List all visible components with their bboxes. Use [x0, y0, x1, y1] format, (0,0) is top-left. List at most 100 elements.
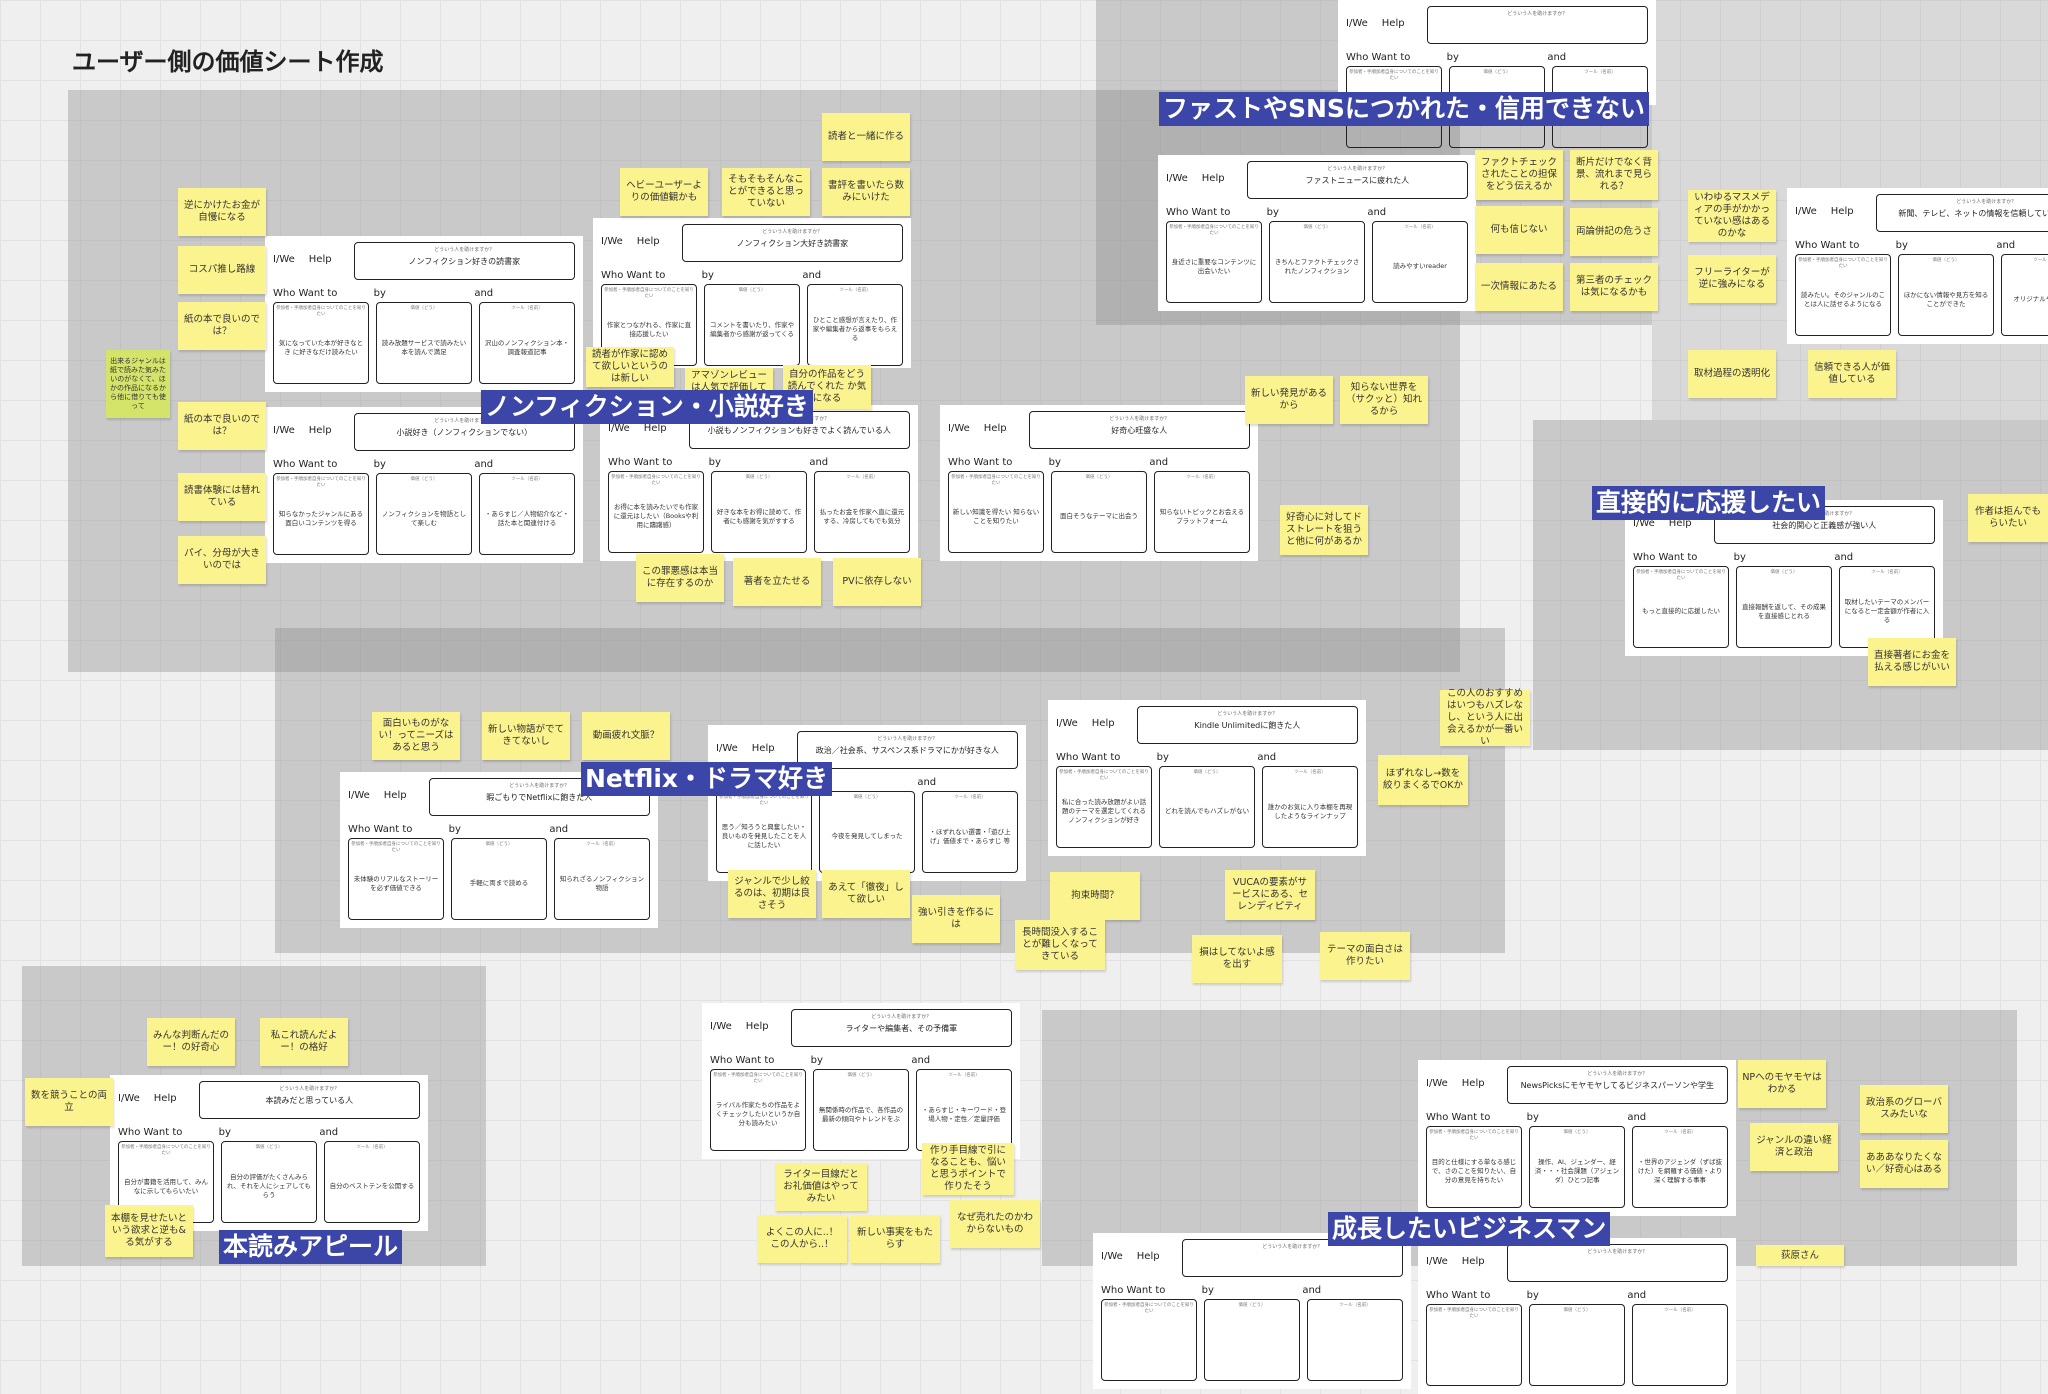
persona-box[interactable]: どういう人を助けますか？ [1506, 1244, 1728, 1282]
sticky-note[interactable]: 拘束時間？ [1050, 872, 1140, 920]
sticky-note[interactable]: あああなりたくない／好奇心はある [1860, 1140, 1948, 1188]
card-cell[interactable]: 価値（どう） 面白そうなテーマに出会う [1051, 471, 1147, 553]
value-card[interactable]: I/We Help どういう人を助けますか？ 政治／社会系、サスペンス系ドラマにか… [708, 725, 1026, 881]
value-card[interactable]: I/WeHelp どういう人を助けますか？ 小説もノンフィクションも好きでよく読… [600, 405, 918, 561]
sticky-note[interactable]: 数を競うことの両立 [25, 1078, 113, 1126]
card-cell[interactable]: ツール（名前） 知られざるノンフィクション物語 [554, 838, 650, 920]
card-cell[interactable]: ツール（名前） 沢山のノンフィクション本・調査報道記事 [479, 302, 575, 384]
value-card[interactable]: I/We Help どういう人を助けますか？ ライターや編集者、その予備軍 Who… [702, 1003, 1020, 1159]
sticky-note[interactable]: パイ、分母が大きいのでは [178, 536, 266, 584]
sticky-note[interactable]: 荻原さん [1756, 1245, 1844, 1266]
value-card[interactable]: I/We Help どういう人を助けますか？ Who Want to by and… [1338, 0, 1656, 148]
card-cell[interactable]: 価値（どう） 無関係時の作品で、各作品の最新の傾向やトレンドをぶ [813, 1069, 909, 1151]
sticky-note[interactable]: テーマの面白さは作りたい [1320, 932, 1410, 980]
sticky-note[interactable]: ジャンルで少し絞るのは、初期は良さそう [728, 870, 816, 918]
sticky-note[interactable]: 第三者のチェックは気になるかも [1570, 263, 1658, 311]
card-cell[interactable]: 参加者・手順加者自身についてのことを知りたい 私に合った読み放題がよい話題のテー… [1056, 766, 1152, 848]
sticky-note[interactable]: コスパ推し路線 [178, 246, 266, 294]
sticky-note[interactable]: 紙の本で良いのでは？ [178, 302, 266, 350]
persona-box[interactable]: どういう人を助けますか？ NewsPicksにモヤモヤしてるビジネスパーソンや学… [1506, 1066, 1728, 1104]
card-cell[interactable]: 価値（どう） 操作、AI、ジェンダー、経済・・・社会課題（アジェンダ）ひとつ記事 [1529, 1126, 1625, 1208]
card-cell[interactable]: 価値（どう） [1529, 1304, 1625, 1386]
sticky-note[interactable]: ジャンルの違い経済と政治 [1750, 1123, 1838, 1171]
sticky-note[interactable]: あえて「徹夜」して欲しい [822, 870, 910, 918]
sticky-note[interactable]: 政治系のグローバスみたいな [1860, 1085, 1948, 1133]
card-cell[interactable]: 参加者・手順加者自身についてのことを知りたい ライバル作家たちの作品をよくチェッ… [710, 1069, 806, 1151]
card-cell[interactable]: 価値（どう） ノンフィクションを物語として楽しむ [376, 473, 472, 555]
sticky-note[interactable]: ヘビーユーザーよりの価値観かも [620, 168, 708, 216]
value-card[interactable]: I/We Help どういう人を助けますか？ 新聞、テレビ、ネットの情報を信頼して… [1787, 188, 2048, 344]
card-cell[interactable]: ツール（名前） ・あらすじ・キーワード・登場人物・定性／定量評価 [916, 1069, 1012, 1151]
persona-box[interactable]: どういう人を助けますか？ 新聞、テレビ、ネットの情報を信頼していない人 [1875, 194, 2048, 232]
card-cell[interactable]: 参加者・手順加者自身についてのことを知りたい [1101, 1299, 1197, 1381]
card-cell[interactable]: 価値（どう） きちんとファクトチェックされたノンフィクション [1269, 221, 1365, 303]
card-cell[interactable]: 参加者・手順加者自身についてのことを知りたい 気になっていた本が好きなとき に好… [273, 302, 369, 384]
card-cell[interactable]: ツール（名前） ・あらすじ／人物紹介など・話た本と関連付ける [479, 473, 575, 555]
sticky-note[interactable]: 作り手目線で引になることも、悩いと思うポイントで作りたそう [922, 1143, 1014, 1195]
sticky-note[interactable]: 強い引きを作るには [912, 895, 1000, 943]
card-cell[interactable]: ツール（名前） オリジナルや海外の記事 [2001, 254, 2048, 336]
value-card[interactable]: I/We Help どういう人を助けますか？ Who Want to by and… [1093, 1233, 1411, 1389]
card-cell[interactable]: 参加者・手順加者自身についてのことを知りたい 読みたい。そのジャンルのことは人に… [1795, 254, 1891, 336]
card-cell[interactable]: ツール（名前） 知らないトピックとお会えるプラットフォーム [1154, 471, 1250, 553]
sticky-note[interactable]: PVに依存しない [833, 558, 921, 606]
value-card[interactable]: I/We Help どういう人を助けますか？ 小説好き（ノンフィクションでない） … [265, 407, 583, 563]
card-cell[interactable]: ツール（名前） 取材したいテーマのメンバーになると一定金額が作者に入る [1839, 566, 1935, 648]
sticky-note[interactable]: NPへのモヤモヤはわかる [1738, 1060, 1826, 1108]
card-cell[interactable]: ツール（名前） 誰かのお気に入り本棚を再現したようなラインナップ [1262, 766, 1358, 848]
sticky-note[interactable]: 読者が作家に認めて欲しいというのは新しい [586, 347, 674, 387]
card-cell[interactable]: 価値（どう） [1204, 1299, 1300, 1381]
sticky-note[interactable]: 直接著者にお金を払える感じがいい [1868, 638, 1956, 686]
card-cell[interactable]: 参加者・手順加者自身についてのことを知りたい 知らなかったジャンルにある面白いコ… [273, 473, 369, 555]
card-cell[interactable]: 参加者・手順加者自身についてのことを知りたい もっと直接的に応援したい [1633, 566, 1729, 648]
persona-box[interactable]: どういう人を助けますか？ Kindle Unlimitedに飽きた人 [1136, 706, 1358, 744]
sticky-note[interactable]: 取材過程の透明化 [1688, 350, 1776, 398]
sticky-note[interactable]: 読書体験には替れている [178, 473, 266, 521]
sticky-note[interactable]: 私これ読んだよー！の格好 [260, 1018, 348, 1066]
sticky-note[interactable]: ライター目線だとお礼価値はやってみたい [775, 1163, 867, 1211]
sticky-note[interactable]: ファクトチェックされたことの担保をどう伝えるか [1475, 150, 1563, 200]
card-cell[interactable]: 価値（どう） 好きな本をお得に読めて、作者にも感謝を気がすする [711, 471, 807, 553]
card-cell[interactable]: 価値（どう） ほかにない情報や見方を知ることができた [1898, 254, 1994, 336]
card-cell[interactable]: 価値（どう） コメントを書いたり、作家や編集者から感謝が返ってくる [704, 284, 800, 366]
card-cell[interactable]: 価値（どう） 読み放題サービスで読みたい本を読んで満足 [376, 302, 472, 384]
value-card[interactable]: I/We Help どういう人を助けますか？ Kindle Unlimitedに飽… [1048, 700, 1366, 856]
card-cell[interactable]: 価値（どう） どれを読んでもハズレがない [1159, 766, 1255, 848]
sticky-note[interactable]: 信頼できる人が価値している [1808, 350, 1896, 398]
card-cell[interactable]: 参加者・手順加者自身についてのことを知りたい [1426, 1304, 1522, 1386]
card-cell[interactable]: ツール（名前） 読みやすいreader [1372, 221, 1468, 303]
sticky-note[interactable]: 何も信じない [1475, 206, 1563, 254]
sticky-note-green[interactable]: 出来るジャンルは紙で読みた気みたいのがなくて、ほかの作品になるから他に借りても使… [106, 350, 170, 418]
value-card[interactable]: I/We Help どういう人を助けますか？ ノンフィクション好きの読書家 Who… [265, 236, 583, 392]
sticky-note[interactable]: 新しい事実をもたらす [850, 1215, 940, 1263]
sticky-note[interactable]: 動画疲れ文脈？ [582, 712, 670, 760]
card-cell[interactable]: 価値（どう） 今夜を発見してしまった [819, 791, 915, 873]
sticky-note[interactable]: 断片だけでなく背景、流れまで見られる？ [1570, 150, 1658, 200]
sticky-note[interactable]: 書評を書いたら数みにいけた [822, 168, 910, 216]
card-cell[interactable]: 参加者・手順加者自身についてのことを知りたい お得に本を読みたいでも作家に還元は… [608, 471, 704, 553]
card-cell[interactable]: ツール（名前） ひとこと感想が言えたり、作家や編集者から返事をもらえる [807, 284, 903, 366]
card-cell[interactable]: 参加者・手順加者自身についてのことを知りたい 新しい知識を得たい 知らないことを… [948, 471, 1044, 553]
value-card[interactable]: I/We Help どういう人を助けますか？ ノンフィクション大好き読書家 Who… [593, 218, 911, 368]
sticky-note[interactable]: 紙の本で良いのでは？ [178, 402, 266, 450]
card-cell[interactable]: 価値（どう） 手軽に両まで読める [451, 838, 547, 920]
value-card[interactable]: I/We Help どういう人を助けますか？ ファストニュースに疲れた人 Who … [1158, 155, 1476, 311]
sticky-note[interactable]: いわゆるマスメディアの手がかかっていない感はあるのかな [1688, 190, 1776, 242]
persona-box[interactable]: どういう人を助けますか？ ノンフィクション大好き読書家 [681, 224, 903, 262]
card-cell[interactable]: 参加者・手順加者自身についてのことを知りたい 目的と仕様にする単なる感じで、さの… [1426, 1126, 1522, 1208]
sticky-note[interactable]: なぜ売れたのかわからないもの [950, 1200, 1040, 1248]
persona-box[interactable]: どういう人を助けますか？ 本読みだと思っている人 [198, 1081, 420, 1119]
sticky-note[interactable]: フリーライターが逆に強みになる [1688, 255, 1776, 303]
card-cell[interactable]: 価値（どう） 直接報酬を返して、その成果を直接感じとれる [1736, 566, 1832, 648]
value-card[interactable]: I/We Help どういう人を助けますか？ 好奇心旺盛な人 Who Want t… [940, 405, 1258, 561]
card-cell[interactable]: 参加者・手順加者自身についてのことを知りたい 思う／知ろうと興奮したい・良いもの… [716, 791, 812, 873]
sticky-note[interactable]: 新しい物語がでてきてないし [482, 712, 570, 760]
sticky-note[interactable]: この罪悪感は本当に存在するのか [636, 554, 724, 602]
sticky-note[interactable]: 一次情報にあたる [1475, 263, 1563, 311]
card-cell[interactable]: ツール（名前） [1632, 1304, 1728, 1386]
sticky-note[interactable]: ほずれなし→数を絞りまくるでOKか [1378, 755, 1468, 805]
sticky-note[interactable]: 本棚を見せたいという欲求と逆も&る気がする [105, 1205, 193, 1257]
sticky-note[interactable]: みんな判断んだのー！の好奇心 [147, 1018, 235, 1066]
sticky-note[interactable]: 新しい発見があるから [1245, 376, 1333, 424]
sticky-note[interactable]: 作者は拒んでもらいたい [1968, 494, 2048, 542]
